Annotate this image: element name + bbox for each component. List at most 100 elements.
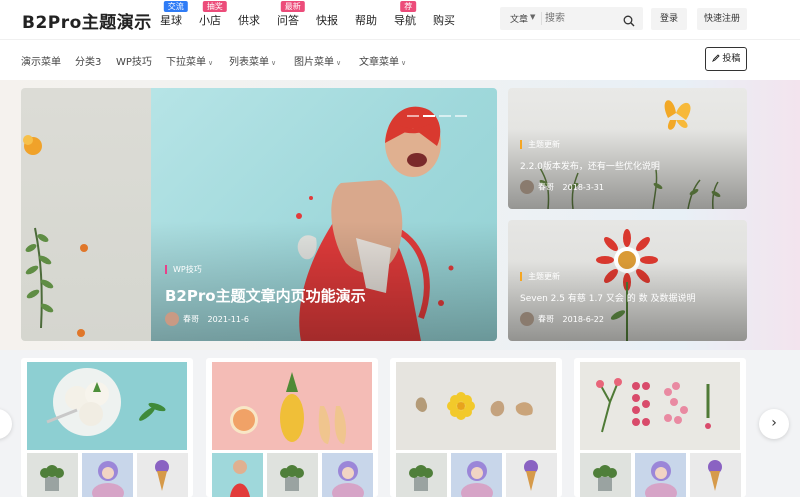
icecream-image (27, 362, 187, 450)
subnav-item-list[interactable]: 列表菜单 ∨ (229, 53, 276, 68)
icecream-cone-thumb (690, 453, 741, 497)
hero-author[interactable]: 春哥 (183, 315, 199, 324)
love-image (396, 362, 556, 450)
nav-item-xiaodian[interactable]: 抽奖 小店 (199, 1, 227, 28)
slide-dot[interactable] (439, 115, 451, 117)
side-card[interactable]: 主题更新 Seven 2.5 有慈 1.7 又会 的 数 及数据说明 春哥 20… (508, 220, 747, 341)
nav-item-daohang[interactable]: 荐 导航 (394, 1, 417, 28)
yes-flowers-image (580, 362, 740, 450)
slide-dot[interactable] (423, 115, 435, 117)
side-card-meta: 春哥 2018-3-31 (520, 180, 604, 194)
hero-category[interactable]: WP技巧 (165, 265, 202, 274)
search-icon[interactable] (623, 12, 635, 31)
nav-badge: 抽奖 (202, 1, 227, 12)
post-card[interactable] (206, 358, 378, 497)
login-button[interactable]: 登录 (651, 8, 687, 30)
side-card-date: 2018-3-31 (562, 182, 604, 192)
pen-icon (711, 54, 720, 63)
avatar[interactable] (520, 180, 534, 194)
nav-item-bangzhu[interactable]: 帮助 (355, 12, 377, 28)
subnav-label: 下拉菜单 (166, 57, 206, 68)
portrait-thumb (82, 453, 133, 497)
nav-label: 星球 (160, 14, 182, 27)
nav-label: 小店 (199, 14, 221, 27)
subnav-label: WP技巧 (116, 57, 152, 68)
nav-item-xingqiu[interactable]: 交流 星球 (160, 1, 188, 28)
hero-date: 2021-11-6 (207, 314, 249, 324)
avatar[interactable] (165, 312, 179, 326)
hero-slide[interactable]: WP技巧 B2Pro主题文章内页功能演示 春哥 2021-11-6 (151, 88, 497, 341)
slide-dot[interactable] (455, 115, 467, 117)
hero-prev-slide[interactable] (21, 88, 156, 341)
side-card-author[interactable]: 春哥 (538, 315, 554, 324)
nav-badge: 荐 (400, 1, 417, 12)
top-header: B2Pro主题演示 交流 星球 抽奖 小店 供求 最新 问答 快报 帮助 荐 导… (0, 0, 800, 39)
plant-thumb (27, 453, 78, 497)
subnav-label: 图片菜单 (294, 57, 334, 68)
nav-label: 快报 (316, 14, 338, 27)
side-card-category[interactable]: 主题更新 (520, 140, 560, 149)
subnav-item-image[interactable]: 图片菜单 ∨ (294, 53, 341, 68)
subnav-item-wp[interactable]: WP技巧 (116, 53, 152, 68)
subnav-item-demo[interactable]: 演示菜单 (21, 53, 61, 68)
icecream-cone-thumb (137, 453, 188, 497)
chevron-down-icon: ∨ (336, 59, 342, 67)
nav-label: 供求 (238, 14, 260, 27)
side-card-category[interactable]: 主题更新 (520, 272, 560, 281)
portrait-thumb (635, 453, 686, 497)
subnav-item-cat3[interactable]: 分类3 (75, 53, 101, 68)
search-input[interactable] (545, 9, 615, 28)
sub-nav: 演示菜单 分类3 WP技巧 下拉菜单 ∨ 列表菜单 ∨ 图片菜单 ∨ 文章菜单 ∨ 投稿 (0, 39, 800, 80)
plant-thumb (267, 453, 318, 497)
chevron-down-icon[interactable]: ▼ (530, 13, 535, 21)
plant-thumb (396, 453, 447, 497)
nav-item-kuaibao[interactable]: 快报 (316, 12, 338, 28)
hero-meta: 春哥 2021-11-6 (165, 312, 249, 326)
nav-item-gongqiu[interactable]: 供求 (238, 12, 260, 28)
post-button[interactable]: 投稿 (705, 47, 747, 71)
chevron-down-icon: ∨ (208, 59, 214, 67)
subnav-label: 文章菜单 (359, 57, 399, 68)
search-box: 文章 ▼ (500, 7, 643, 30)
portrait-thumb (451, 453, 502, 497)
nav-badge: 最新 (280, 1, 305, 12)
nav-label: 问答 (277, 14, 299, 27)
post-label: 投稿 (722, 54, 741, 64)
side-card-title[interactable]: Seven 2.5 有慈 1.7 又会 的 数 及数据说明 (520, 291, 695, 304)
nav-label: 导航 (394, 14, 416, 27)
fruit-image (212, 362, 372, 450)
post-card[interactable] (390, 358, 562, 497)
nav-item-wenda[interactable]: 最新 问答 (277, 1, 305, 28)
chevron-down-icon: ∨ (271, 59, 277, 67)
side-card-author[interactable]: 春哥 (538, 183, 554, 192)
subnav-label: 演示菜单 (21, 57, 61, 68)
subnav-label: 分类3 (75, 57, 102, 68)
post-card[interactable] (574, 358, 746, 497)
nav-badge: 交流 (163, 1, 188, 12)
side-card-date: 2018-6-22 (562, 314, 604, 324)
subnav-item-article[interactable]: 文章菜单 ∨ (359, 53, 406, 68)
plant-thumb (580, 453, 631, 497)
slide-indicator[interactable] (403, 102, 467, 121)
icecream-cone-thumb (506, 453, 557, 497)
avatar[interactable] (520, 312, 534, 326)
subnav-label: 列表菜单 (229, 57, 269, 68)
prev-arrow-button[interactable]: ‹ (0, 409, 12, 439)
hero-title[interactable]: B2Pro主题文章内页功能演示 (165, 285, 366, 306)
search-category-select[interactable]: 文章 (510, 12, 528, 25)
chevron-down-icon: ∨ (401, 59, 407, 67)
subnav-item-dropdown[interactable]: 下拉菜单 ∨ (166, 53, 213, 68)
next-arrow-button[interactable]: › (759, 409, 789, 439)
plant-image (23, 135, 88, 337)
slide-dot[interactable] (407, 115, 419, 117)
side-card-title[interactable]: 2.2.0版本发布，还有一些优化说明 (520, 159, 660, 172)
search-divider (541, 12, 542, 25)
register-button[interactable]: 快速注册 (697, 8, 747, 30)
chevron-right-icon: › (771, 415, 777, 431)
side-card[interactable]: 主题更新 2.2.0版本发布，还有一些优化说明 春哥 2018-3-31 (508, 88, 747, 209)
site-logo[interactable]: B2Pro主题演示 (22, 8, 152, 33)
post-card[interactable] (21, 358, 193, 497)
nav-label: 购买 (433, 14, 455, 27)
hero-thumb (212, 453, 263, 497)
nav-item-goumai[interactable]: 购买 (433, 12, 455, 28)
